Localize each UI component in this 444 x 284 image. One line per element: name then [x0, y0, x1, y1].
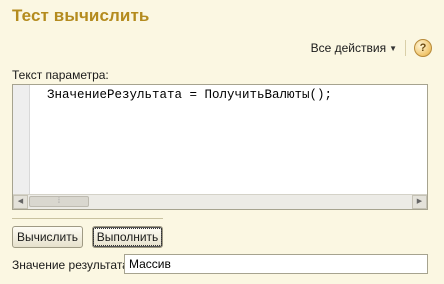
execute-button[interactable]: Выполнить — [92, 226, 163, 248]
editor-gutter — [13, 85, 30, 195]
actions-bar: Все действия ▼ ? — [311, 38, 432, 58]
scroll-thumb[interactable]: ⁞ — [29, 196, 89, 207]
execute-button-label: Выполнить — [92, 228, 163, 246]
help-icon: ? — [419, 42, 427, 54]
scroll-right-arrow-icon[interactable]: ▶ — [412, 195, 427, 209]
scroll-left-arrow-icon[interactable]: ◀ — [13, 195, 28, 209]
horizontal-scrollbar[interactable]: ◀ ⁞ ▶ — [13, 194, 427, 209]
calculate-button[interactable]: Вычислить — [12, 226, 83, 248]
divider — [12, 218, 163, 219]
calculate-button-label: Вычислить — [16, 230, 79, 244]
result-label: Значение результата: — [12, 258, 133, 272]
code-line[interactable]: ЗначениеРезультата = ПолучитьВалюты(); — [47, 88, 332, 102]
toolbar-divider — [405, 40, 406, 56]
chevron-down-icon: ▼ — [389, 43, 397, 53]
param-text-label: Текст параметра: — [12, 68, 109, 82]
all-actions-menu[interactable]: Все действия ▼ — [311, 41, 397, 55]
all-actions-label: Все действия — [310, 41, 387, 55]
result-value-field[interactable]: Массив — [124, 254, 428, 274]
help-button[interactable]: ? — [414, 39, 432, 57]
page-title: Тест вычислить — [12, 6, 150, 25]
code-editor[interactable]: ЗначениеРезультата = ПолучитьВалюты(); ◀… — [12, 84, 428, 210]
